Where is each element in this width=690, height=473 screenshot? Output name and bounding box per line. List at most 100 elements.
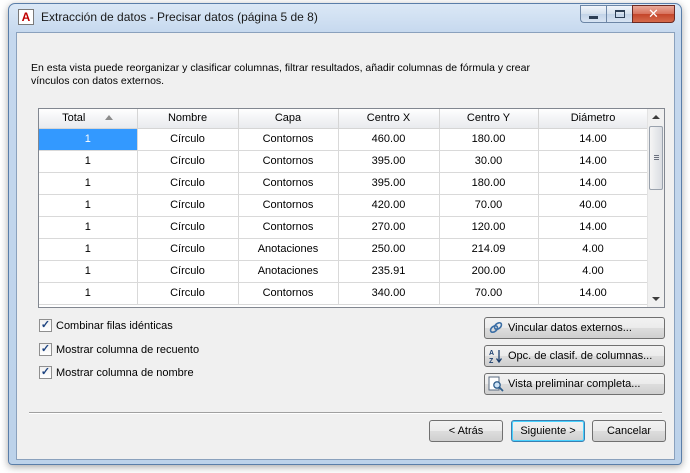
table-cell[interactable]: 395.00 <box>338 172 440 195</box>
app-icon: A <box>18 9 34 25</box>
table-cell[interactable]: Anotaciones <box>238 260 339 283</box>
table-cell[interactable]: Contornos <box>238 128 339 151</box>
column-header-total[interactable]: Total <box>39 109 138 129</box>
show-count-label: Mostrar columna de recuento <box>56 343 200 356</box>
table-cell[interactable]: 120.00 <box>439 216 539 239</box>
close-icon: ✕ <box>648 6 659 22</box>
table-row[interactable]: 1 Círculo Contornos 395.00 30.00 14.00 <box>39 150 649 173</box>
table-cell[interactable]: 180.00 <box>439 128 539 151</box>
table-cell[interactable]: Círculo <box>137 128 239 151</box>
table-cell[interactable]: Círculo <box>137 260 239 283</box>
footer-separator <box>29 412 662 414</box>
table-cell[interactable]: Círculo <box>137 238 239 261</box>
sort-options-button[interactable]: AZ Opc. de clasif. de columnas... <box>484 345 665 367</box>
vertical-scrollbar[interactable] <box>647 109 664 307</box>
page-description: En esta vista puede reorganizar y clasif… <box>31 62 530 87</box>
table-cell[interactable]: 270.00 <box>338 216 440 239</box>
table-cell[interactable]: 14.00 <box>538 216 649 239</box>
table-cell[interactable]: 235.91 <box>338 260 440 283</box>
table-cell[interactable]: Círculo <box>137 150 239 173</box>
table-cell[interactable]: 14.00 <box>538 150 649 173</box>
table-cell[interactable]: 1 <box>39 282 138 305</box>
table-cell[interactable]: 340.00 <box>338 282 440 305</box>
table-cell[interactable]: 4.00 <box>538 238 649 261</box>
table-cell[interactable]: 4.00 <box>538 260 649 283</box>
maximize-icon <box>614 10 625 18</box>
table-cell[interactable]: 214.09 <box>439 238 539 261</box>
scroll-thumb[interactable] <box>649 126 663 190</box>
table-cell[interactable]: 460.00 <box>338 128 440 151</box>
column-header-centro-y[interactable]: Centro Y <box>439 109 539 129</box>
table-cell[interactable]: Anotaciones <box>238 238 339 261</box>
window-controls: ✕ <box>580 5 675 23</box>
table-cell[interactable]: 30.00 <box>439 150 539 173</box>
table-cell[interactable]: 70.00 <box>439 194 539 217</box>
table-cell[interactable]: 250.00 <box>338 238 440 261</box>
table-cell[interactable]: 40.00 <box>538 194 649 217</box>
full-preview-button[interactable]: Vista preliminar completa... <box>484 373 665 395</box>
dialog-body: En esta vista puede reorganizar y clasif… <box>16 32 675 460</box>
table-cell[interactable]: Contornos <box>238 282 339 305</box>
table-cell[interactable]: Círculo <box>137 282 239 305</box>
table-cell[interactable]: 1 <box>39 260 138 283</box>
table-cell[interactable]: 200.00 <box>439 260 539 283</box>
table-cell[interactable]: 1 <box>39 172 138 195</box>
table-cell[interactable]: 14.00 <box>538 128 649 151</box>
table-cell[interactable]: 14.00 <box>538 282 649 305</box>
table-cell[interactable]: 180.00 <box>439 172 539 195</box>
show-count-checkbox[interactable]: ✓ <box>39 343 52 356</box>
maximize-button[interactable] <box>606 5 632 23</box>
sort-ascending-icon <box>105 115 114 121</box>
column-header-diametro[interactable]: Diámetro <box>538 109 649 129</box>
table-cell[interactable]: Contornos <box>238 172 339 195</box>
column-header-nombre[interactable]: Nombre <box>137 109 239 129</box>
table-cell[interactable]: 1 <box>39 128 138 151</box>
data-table: Total Nombre Capa Centro X Centro Y Diám… <box>39 109 649 305</box>
close-button[interactable]: ✕ <box>632 5 675 23</box>
table-cell[interactable]: Contornos <box>238 216 339 239</box>
table-cell[interactable]: Círculo <box>137 172 239 195</box>
table-cell[interactable]: 14.00 <box>538 172 649 195</box>
svg-text:Z: Z <box>489 358 494 364</box>
table-cell[interactable]: 395.00 <box>338 150 440 173</box>
table-cell[interactable]: Contornos <box>238 194 339 217</box>
back-button[interactable]: < Atrás <box>429 420 503 442</box>
table-row[interactable]: 1 Círculo Anotaciones 235.91 200.00 4.00 <box>39 260 649 283</box>
window-title: Extracción de datos - Precisar datos (pá… <box>41 10 318 24</box>
chain-link-icon <box>488 320 504 336</box>
table-cell[interactable]: 420.00 <box>338 194 440 217</box>
combine-rows-checkbox[interactable]: ✓ <box>39 319 52 332</box>
table-cell[interactable]: 1 <box>39 238 138 261</box>
scroll-down-icon[interactable] <box>652 297 660 301</box>
table-row[interactable]: 1 Círculo Contornos 460.00 180.00 14.00 <box>39 128 649 151</box>
table-cell[interactable]: 70.00 <box>439 282 539 305</box>
table-cell[interactable]: 1 <box>39 150 138 173</box>
table-row[interactable]: 1 Círculo Contornos 395.00 180.00 14.00 <box>39 172 649 195</box>
data-grid[interactable]: Total Nombre Capa Centro X Centro Y Diám… <box>38 108 665 308</box>
table-cell[interactable]: Círculo <box>137 194 239 217</box>
minimize-button[interactable] <box>580 5 606 23</box>
show-name-checkbox[interactable]: ✓ <box>39 366 52 379</box>
table-cell[interactable]: 1 <box>39 194 138 217</box>
combine-rows-label: Combinar filas idénticas <box>56 319 173 332</box>
svg-text:A: A <box>489 350 494 357</box>
show-name-label: Mostrar columna de nombre <box>56 366 194 379</box>
scroll-up-icon[interactable] <box>652 115 660 119</box>
minimize-icon <box>589 15 598 19</box>
title-bar[interactable]: A Extracción de datos - Precisar datos (… <box>9 4 681 31</box>
column-header-capa[interactable]: Capa <box>238 109 339 129</box>
combine-rows-option[interactable]: ✓ Combinar filas idénticas <box>39 319 173 332</box>
link-external-data-button[interactable]: Vincular datos externos... <box>484 317 665 339</box>
column-header-centro-x[interactable]: Centro X <box>338 109 440 129</box>
cancel-button[interactable]: Cancelar <box>592 420 666 442</box>
show-name-option[interactable]: ✓ Mostrar columna de nombre <box>39 366 194 379</box>
table-cell[interactable]: 1 <box>39 216 138 239</box>
table-cell[interactable]: Círculo <box>137 216 239 239</box>
table-row[interactable]: 1 Círculo Contornos 420.00 70.00 40.00 <box>39 194 649 217</box>
show-count-option[interactable]: ✓ Mostrar columna de recuento <box>39 343 199 356</box>
table-row[interactable]: 1 Círculo Contornos 340.00 70.00 14.00 <box>39 282 649 305</box>
table-row[interactable]: 1 Círculo Contornos 270.00 120.00 14.00 <box>39 216 649 239</box>
next-button[interactable]: Siguiente > <box>511 420 585 442</box>
table-row[interactable]: 1 Círculo Anotaciones 250.00 214.09 4.00 <box>39 238 649 261</box>
table-cell[interactable]: Contornos <box>238 150 339 173</box>
